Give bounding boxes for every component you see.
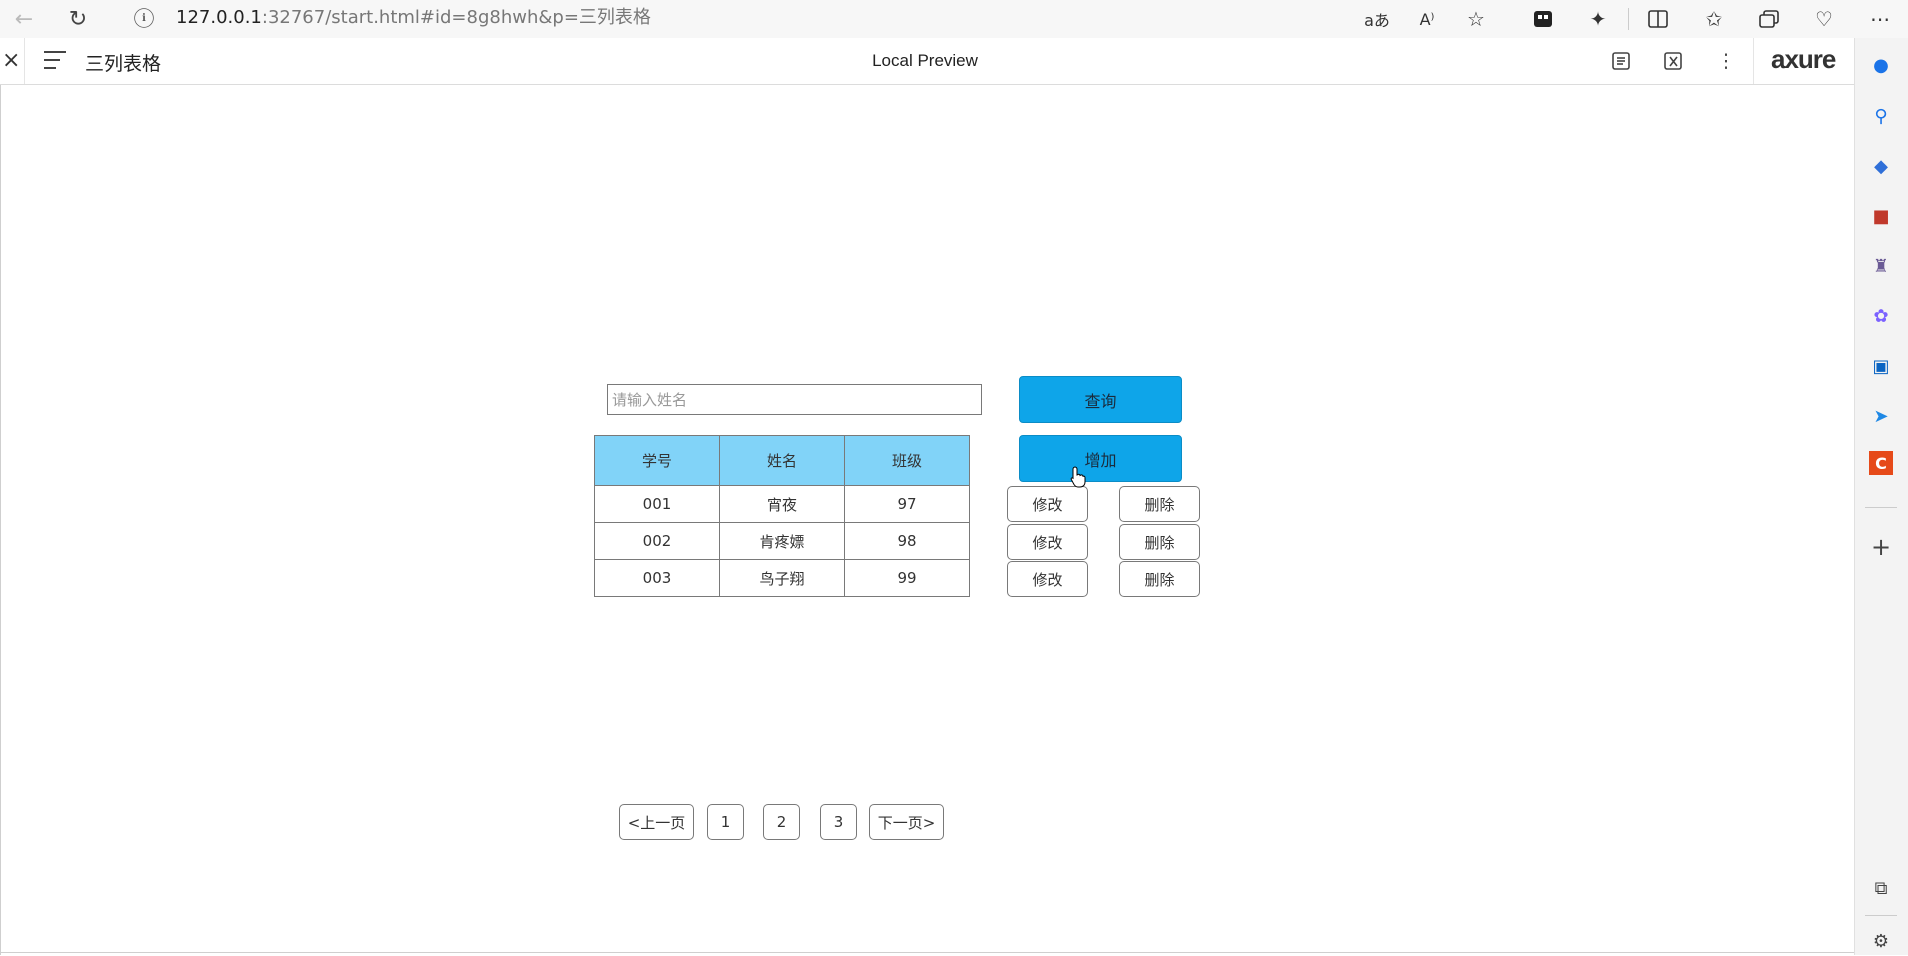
games-icon[interactable]: ♜	[1866, 251, 1896, 281]
close-icon[interactable]: ×	[2, 48, 20, 73]
prev-page-button[interactable]: <上一页	[619, 804, 694, 840]
outlook-icon[interactable]: ▣	[1866, 351, 1896, 381]
cell-student-id: 002	[594, 522, 720, 560]
delete-button-row-2[interactable]: 删除	[1119, 524, 1200, 560]
collections-icon[interactable]	[1753, 3, 1785, 35]
settings-gear-icon[interactable]: ⚙	[1866, 926, 1896, 956]
page-title: 三列表格	[85, 53, 162, 75]
axure-logo: axure	[1771, 44, 1836, 74]
browser-essentials-icon[interactable]: ♡	[1808, 3, 1840, 35]
favorites-icon[interactable]: ✩	[1698, 3, 1730, 35]
table-row: 001 宵夜 97	[594, 485, 970, 523]
cell-class: 99	[844, 559, 970, 597]
add-button[interactable]: 增加	[1019, 435, 1182, 482]
screenshot-icon[interactable]: ⧉	[1866, 873, 1896, 903]
translate-icon[interactable]: aあ	[1361, 3, 1393, 35]
cell-student-id: 003	[594, 559, 720, 597]
notification-bell-icon[interactable]: ●	[1866, 50, 1896, 80]
table-row: 002 肯疼嫖 98	[594, 522, 970, 560]
cell-class: 98	[844, 522, 970, 560]
extensions-puzzle-icon[interactable]: ✦	[1582, 3, 1614, 35]
address-bar[interactable]: 127.0.0.1:32767/start.html#id=8g8hwh&p=三…	[176, 4, 651, 32]
read-aloud-icon[interactable]: A⁾	[1411, 3, 1443, 35]
edit-button-row-3[interactable]: 修改	[1007, 561, 1088, 597]
more-options-icon[interactable]: ⋮	[1711, 46, 1741, 76]
toolbox-icon[interactable]: ■	[1866, 201, 1896, 231]
search-icon[interactable]: ⚲	[1866, 101, 1896, 131]
inspect-icon[interactable]	[1658, 46, 1688, 76]
browser-sidebar: ● ⚲ ◆ ■ ♜ ✿ ▣ ➤ C + ⧉ ⚙	[1854, 38, 1908, 955]
hand-cursor-icon	[1070, 466, 1086, 492]
url-host: 127.0.0.1	[176, 7, 262, 28]
notes-icon[interactable]	[1606, 46, 1636, 76]
table-row: 003 鸟子翔 99	[594, 559, 970, 597]
next-page-button[interactable]: 下一页>	[869, 804, 944, 840]
edit-button-row-2[interactable]: 修改	[1007, 524, 1088, 560]
query-button[interactable]: 查询	[1019, 376, 1182, 423]
header-name: 姓名	[719, 435, 845, 486]
extension-icon[interactable]	[1527, 3, 1559, 35]
site-info-icon[interactable]: i	[134, 8, 154, 28]
back-icon[interactable]: ←	[8, 3, 40, 35]
shopping-tag-icon[interactable]: ◆	[1866, 151, 1896, 181]
delete-button-row-1[interactable]: 删除	[1119, 486, 1200, 522]
refresh-icon[interactable]: ↻	[62, 3, 94, 35]
page-1-button[interactable]: 1	[707, 804, 744, 840]
name-search-input[interactable]	[607, 384, 982, 415]
cell-name: 肯疼嫖	[719, 522, 845, 560]
header-student-id: 学号	[594, 435, 720, 486]
more-menu-icon[interactable]: ⋯	[1864, 3, 1896, 35]
delete-button-row-3[interactable]: 删除	[1119, 561, 1200, 597]
cell-student-id: 001	[594, 485, 720, 523]
page-3-button[interactable]: 3	[820, 804, 857, 840]
send-icon[interactable]: ➤	[1866, 401, 1896, 431]
copilot-icon[interactable]: ✿	[1866, 301, 1896, 331]
hamburger-menu-icon[interactable]	[44, 51, 66, 75]
header-class: 班级	[844, 435, 970, 486]
table-header-row: 学号 姓名 班级	[594, 435, 970, 486]
cell-class: 97	[844, 485, 970, 523]
app-c-icon[interactable]: C	[1869, 451, 1893, 475]
cell-name: 宵夜	[719, 485, 845, 523]
favorite-star-icon[interactable]: ☆	[1460, 3, 1492, 35]
browser-toolbar: ← ↻ i 127.0.0.1:32767/start.html#id=8g8h…	[0, 0, 1908, 38]
page-2-button[interactable]: 2	[763, 804, 800, 840]
preview-title: Local Preview	[872, 51, 978, 70]
student-table: 学号 姓名 班级 001 宵夜 97 002 肯疼嫖 98 003 鸟子翔 99	[594, 435, 970, 597]
add-icon[interactable]: +	[1866, 532, 1896, 562]
url-path: :32767/start.html#id=8g8hwh&p=三列表格	[261, 7, 651, 28]
cell-name: 鸟子翔	[719, 559, 845, 597]
split-screen-icon[interactable]	[1642, 3, 1674, 35]
axure-header: × 三列表格 Local Preview ⋮ axure	[0, 38, 1854, 85]
